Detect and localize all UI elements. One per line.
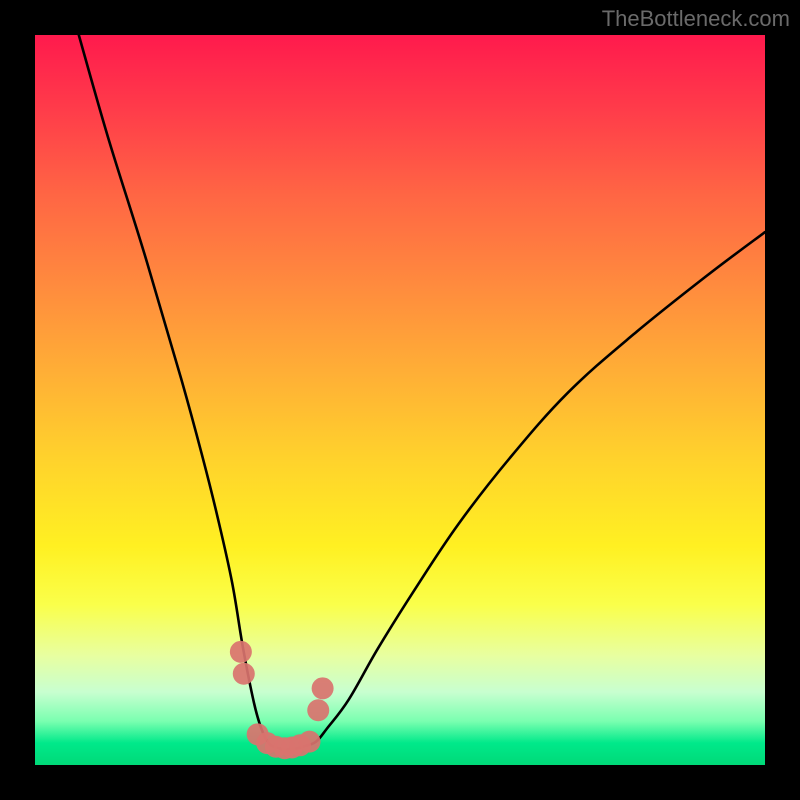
marker-point [298, 731, 320, 753]
curve-layer [79, 35, 765, 749]
marker-point [307, 699, 329, 721]
marker-point [230, 641, 252, 663]
marker-point [312, 677, 334, 699]
marker-layer [230, 641, 334, 759]
plot-area [35, 35, 765, 765]
attribution-text: TheBottleneck.com [602, 6, 790, 32]
marker-point [233, 663, 255, 685]
chart-svg [35, 35, 765, 765]
chart-frame: TheBottleneck.com [0, 0, 800, 800]
bottleneck-curve-path [79, 35, 765, 749]
